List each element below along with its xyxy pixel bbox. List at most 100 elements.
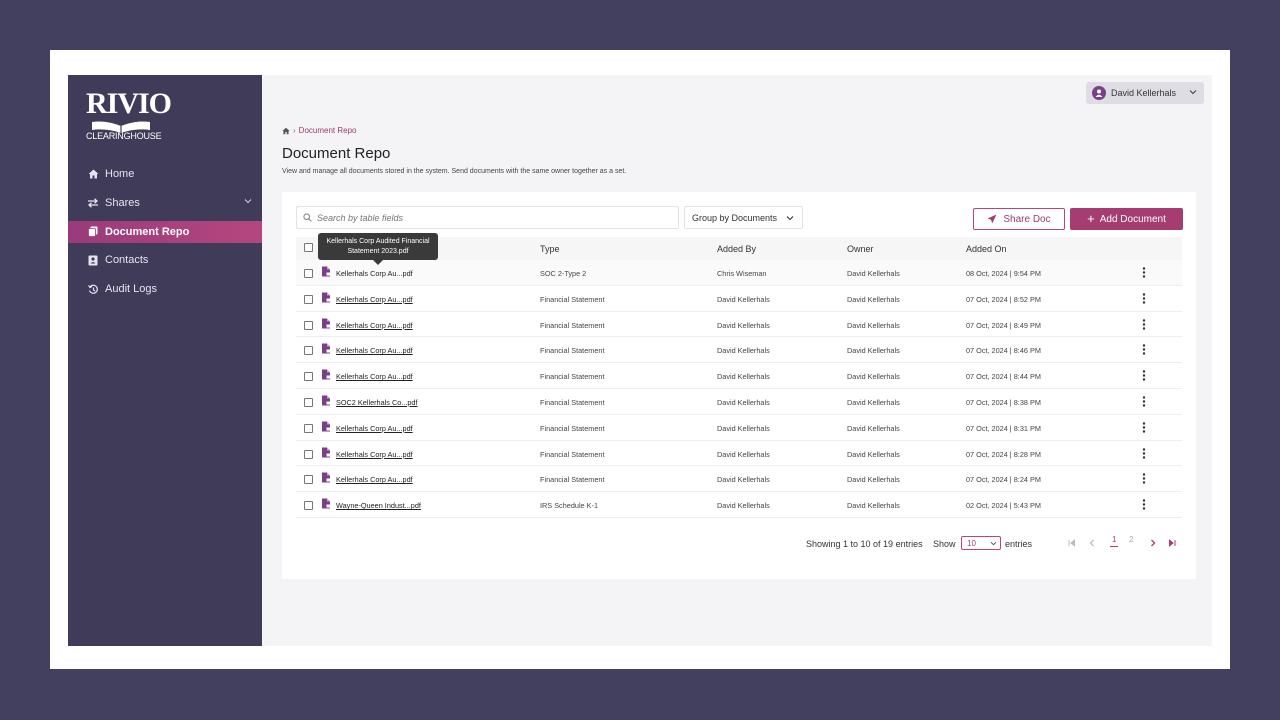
more-options-icon[interactable] [1142, 447, 1146, 461]
page-link-1[interactable]: 1 [1110, 535, 1119, 547]
next-page-icon[interactable] [1149, 539, 1157, 547]
chevron-down-icon [990, 541, 997, 546]
sidebar-item-label: Contacts [105, 254, 149, 267]
cell-added-by: Chris Wiseman [717, 269, 767, 278]
home-icon[interactable] [282, 127, 290, 135]
row-checkbox[interactable] [304, 423, 313, 433]
app-window: RIVIO CLEARINGHOUSE Home Shares Document… [68, 75, 1212, 646]
pdf-file-icon [321, 318, 331, 331]
cell-owner: David Kellerhals [847, 346, 900, 356]
page-size-select[interactable]: 10 [961, 536, 1001, 550]
contact-icon [87, 254, 99, 266]
row-checkbox[interactable] [304, 320, 313, 330]
file-name-link[interactable]: Kellerhals Corp Au...pdf [336, 295, 413, 304]
more-options-icon[interactable] [1142, 499, 1146, 512]
sidebar-item-home[interactable]: Home [68, 163, 262, 185]
page-title: Document Repo [282, 145, 391, 162]
pdf-file-icon [321, 498, 331, 511]
file-name-link[interactable]: Kellerhals Corp Au...pdf [336, 321, 413, 330]
add-document-button[interactable]: + Add Document [1070, 208, 1183, 230]
page-size-value: 10 [967, 539, 976, 548]
file-name-link[interactable]: Kellerhals Corp Au...pdf [336, 269, 413, 278]
sidebar-nav: Home Shares Document Repo Contacts Audit… [68, 163, 262, 307]
sidebar-item-shares[interactable]: Shares [68, 192, 262, 214]
more-options-icon[interactable] [1142, 267, 1146, 280]
brand-logo[interactable]: RIVIO CLEARINGHOUSE [86, 87, 172, 145]
row-checkbox[interactable] [304, 397, 313, 407]
table-row[interactable]: Wayne-Queen Indust...pdf IRS Schedule K-1… [296, 492, 1182, 518]
table-row[interactable]: Kellerhals Corp Au...pdf Financial Statem… [296, 415, 1182, 441]
select-all-checkbox[interactable] [304, 243, 313, 252]
cell-owner: David Kellerhals [847, 269, 900, 278]
file-name-link[interactable]: Kellerhals Corp Au...pdf [336, 450, 413, 459]
tooltip-line: Kellerhals Corp Audited Financial [326, 238, 430, 245]
cell-added-by: David Kellerhals [717, 346, 770, 356]
table-row[interactable]: Kellerhals Corp Au...pdf Financial Statem… [296, 466, 1182, 493]
more-options-icon[interactable] [1142, 396, 1146, 409]
user-menu-button[interactable]: David Kellerhals [1086, 82, 1204, 104]
row-checkbox[interactable] [304, 346, 313, 356]
more-options-icon[interactable] [1142, 318, 1146, 332]
cell-added-on: 08 Oct, 2024 | 9:54 PM [966, 269, 1041, 278]
column-header-owner[interactable]: Owner [847, 244, 874, 254]
row-checkbox[interactable] [304, 449, 313, 459]
pagination-summary: Showing 1 to 10 of 19 entries [806, 539, 923, 549]
more-options-icon[interactable] [1142, 293, 1146, 306]
cell-added-on: 02 Oct, 2024 | 5:43 PM [966, 501, 1041, 511]
file-name-link[interactable]: SOC2 Kellerhals Co...pdf [336, 398, 418, 407]
cell-type: IRS Schedule K-1 [540, 501, 599, 511]
sidebar-item-label: Home [105, 168, 135, 180]
more-options-icon[interactable] [1142, 422, 1146, 435]
cell-owner: David Kellerhals [847, 397, 900, 407]
row-checkbox[interactable] [304, 294, 313, 304]
file-name-link[interactable]: Kellerhals Corp Au...pdf [336, 372, 413, 381]
breadcrumb: › Document Repo [282, 126, 356, 135]
book-icon [92, 121, 150, 133]
row-checkbox[interactable] [304, 501, 313, 511]
row-checkbox[interactable] [304, 372, 313, 382]
sidebar-item-audit-logs[interactable]: Audit Logs [68, 278, 262, 300]
file-name-link[interactable]: Kellerhals Corp Au...pdf [336, 475, 413, 484]
page-link-2[interactable]: 2 [1127, 535, 1135, 544]
share-doc-label: Share Doc [1003, 213, 1051, 225]
more-options-icon[interactable] [1142, 473, 1146, 486]
table-row[interactable]: SOC2 Kellerhals Co...pdf Financial Statem… [296, 389, 1182, 415]
column-header-added-on[interactable]: Added On [966, 244, 1007, 254]
first-page-icon[interactable] [1068, 539, 1076, 547]
table-row[interactable]: Kellerhals Corp Au...pdf Financial Statem… [296, 286, 1182, 312]
cell-owner: David Kellerhals [847, 372, 900, 382]
table-row[interactable]: Kellerhals Corp Au...pdf Financial Statem… [296, 441, 1182, 467]
cell-type: Financial Statement [540, 449, 605, 459]
plus-icon: + [1087, 211, 1095, 226]
sidebar-item-contacts[interactable]: Contacts [68, 249, 262, 271]
cell-added-by: David Kellerhals [717, 397, 770, 407]
row-checkbox[interactable] [304, 475, 313, 485]
pdf-file-icon [321, 343, 331, 356]
main-content: David Kellerhals › Document Repo Documen… [262, 75, 1212, 646]
brand-name: RIVIO [86, 87, 172, 120]
row-checkbox[interactable] [304, 269, 313, 278]
cell-added-on: 07 Oct, 2024 | 8:31 PM [966, 423, 1041, 433]
cell-added-by: David Kellerhals [717, 501, 770, 511]
file-name-link[interactable]: Wayne-Queen Indust...pdf [336, 501, 421, 510]
sidebar-item-label: Document Repo [105, 225, 190, 238]
search-input[interactable] [317, 212, 657, 223]
group-by-dropdown[interactable]: Group by Documents [684, 206, 803, 229]
page-description: View and manage all documents stored in … [282, 168, 627, 175]
share-doc-button[interactable]: Share Doc [973, 208, 1065, 230]
table-row[interactable]: Kellerhals Corp Au...pdf Financial Statem… [296, 363, 1182, 389]
table-row[interactable]: Kellerhals Corp Au...pdf SOC 2-Type 2 Chri… [296, 260, 1182, 286]
more-options-icon[interactable] [1142, 344, 1146, 357]
last-page-icon[interactable] [1168, 539, 1176, 547]
search-icon [303, 213, 312, 222]
search-box[interactable] [296, 206, 679, 229]
sidebar-item-document-repo[interactable]: Document Repo [68, 220, 262, 243]
table-row[interactable]: Kellerhals Corp Au...pdf Financial Statem… [296, 312, 1182, 338]
previous-page-icon[interactable] [1088, 539, 1096, 547]
more-options-icon[interactable] [1142, 370, 1146, 383]
column-header-type[interactable]: Type [540, 244, 560, 254]
file-name-link[interactable]: Kellerhals Corp Au...pdf [336, 346, 413, 355]
column-header-added-by[interactable]: Added By [717, 244, 756, 254]
table-row[interactable]: Kellerhals Corp Au...pdf Financial Statem… [296, 337, 1182, 364]
file-name-link[interactable]: Kellerhals Corp Au...pdf [336, 424, 413, 433]
